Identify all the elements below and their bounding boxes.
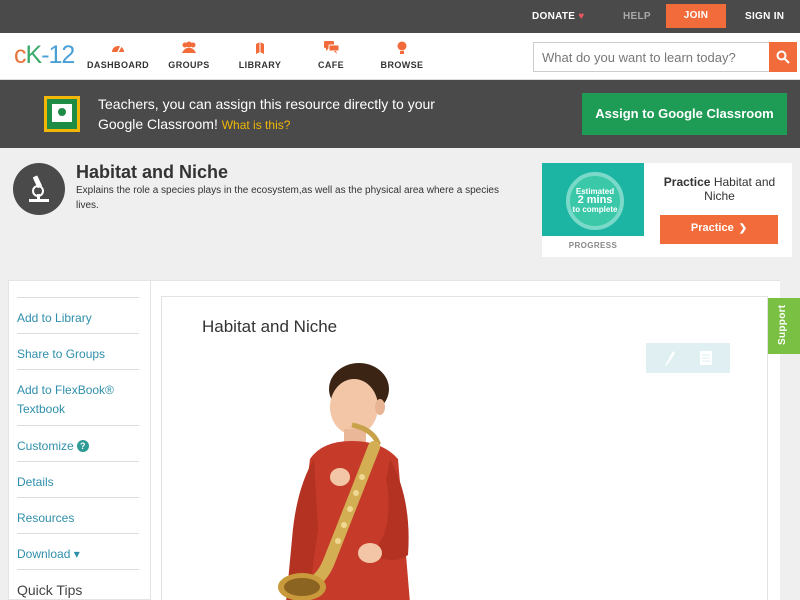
what-is-this-link[interactable]: What is this?: [222, 118, 291, 132]
nav-library[interactable]: LIBRARY: [225, 41, 295, 70]
nav-browse[interactable]: BROWSE: [367, 41, 437, 70]
microscope-icon: [13, 163, 65, 215]
content-card: Habitat and Niche: [161, 296, 768, 600]
practice-title: Practice Habitat and Niche: [663, 175, 776, 203]
groups-icon: [154, 41, 224, 57]
practice-button[interactable]: Practice ❯: [660, 215, 778, 244]
assign-google-classroom-button[interactable]: Assign to Google Classroom: [582, 93, 787, 135]
sidebar-add-to-library[interactable]: Add to Library: [17, 297, 139, 333]
concept-title: Habitat and Niche: [76, 162, 229, 182]
sidebar-quick-tips[interactable]: Quick Tips: [17, 569, 139, 600]
ck12-logo[interactable]: cK-12: [14, 41, 75, 70]
help-link[interactable]: HELP: [623, 0, 651, 33]
practice-thumbnail: Estimated 2 mins to complete: [542, 163, 644, 236]
library-icon: [225, 41, 295, 57]
sidebar-share-to-groups[interactable]: Share to Groups: [17, 333, 139, 369]
sidebar-add-to-flexbook[interactable]: Add to FlexBook® Textbook: [17, 369, 139, 425]
sidebar-resources[interactable]: Resources: [17, 497, 139, 533]
top-utility-bar: DONATE ♥ HELP JOIN SIGN IN: [0, 0, 800, 33]
left-sidebar: Add to Library Share to Groups Add to Fl…: [8, 280, 151, 600]
nav-dashboard[interactable]: DASHBOARD: [83, 41, 153, 70]
nav-groups[interactable]: GROUPS: [154, 41, 224, 70]
chevron-right-icon: ❯: [738, 223, 748, 234]
search-input[interactable]: What do you want to learn today?: [533, 42, 771, 72]
sidebar-details[interactable]: Details: [17, 461, 139, 497]
main-content: Habitat and Niche: [151, 280, 780, 600]
progress-label: PROGRESS: [568, 241, 618, 250]
boy-saxophone-image: [278, 363, 410, 600]
notes-icon[interactable]: [699, 350, 713, 366]
estimated-time-badge: Estimated 2 mins to complete: [566, 172, 624, 230]
pencil-icon[interactable]: [663, 350, 677, 366]
search-icon: [776, 50, 790, 64]
practice-card: Estimated 2 mins to complete PROGRESS Pr…: [542, 163, 792, 257]
sidebar-download[interactable]: Download ▾: [17, 533, 139, 569]
sidebar-customize[interactable]: Customize?: [17, 425, 139, 461]
search-button[interactable]: [769, 42, 797, 72]
concept-description: Explains the role a species plays in the…: [76, 185, 499, 211]
nav-cafe[interactable]: CAFE: [296, 41, 366, 70]
help-icon[interactable]: ?: [76, 440, 89, 452]
content-tools: [646, 343, 730, 373]
dashboard-icon: [83, 41, 153, 57]
content-title: Habitat and Niche: [202, 317, 338, 336]
banner-text: Teachers, you can assign this resource d…: [98, 96, 435, 132]
heart-icon: ♥: [578, 11, 585, 22]
sign-in-link[interactable]: SIGN IN: [745, 0, 784, 33]
donate-link[interactable]: DONATE ♥: [532, 0, 585, 33]
cafe-icon: [296, 41, 366, 57]
support-tab[interactable]: Support: [768, 298, 800, 354]
google-classroom-icon: [44, 96, 80, 132]
main-nav: cK-12 DASHBOARD GROUPS LIBRARY CAFE BROW…: [0, 33, 800, 80]
join-button[interactable]: JOIN: [666, 4, 726, 28]
browse-icon: [367, 41, 437, 57]
